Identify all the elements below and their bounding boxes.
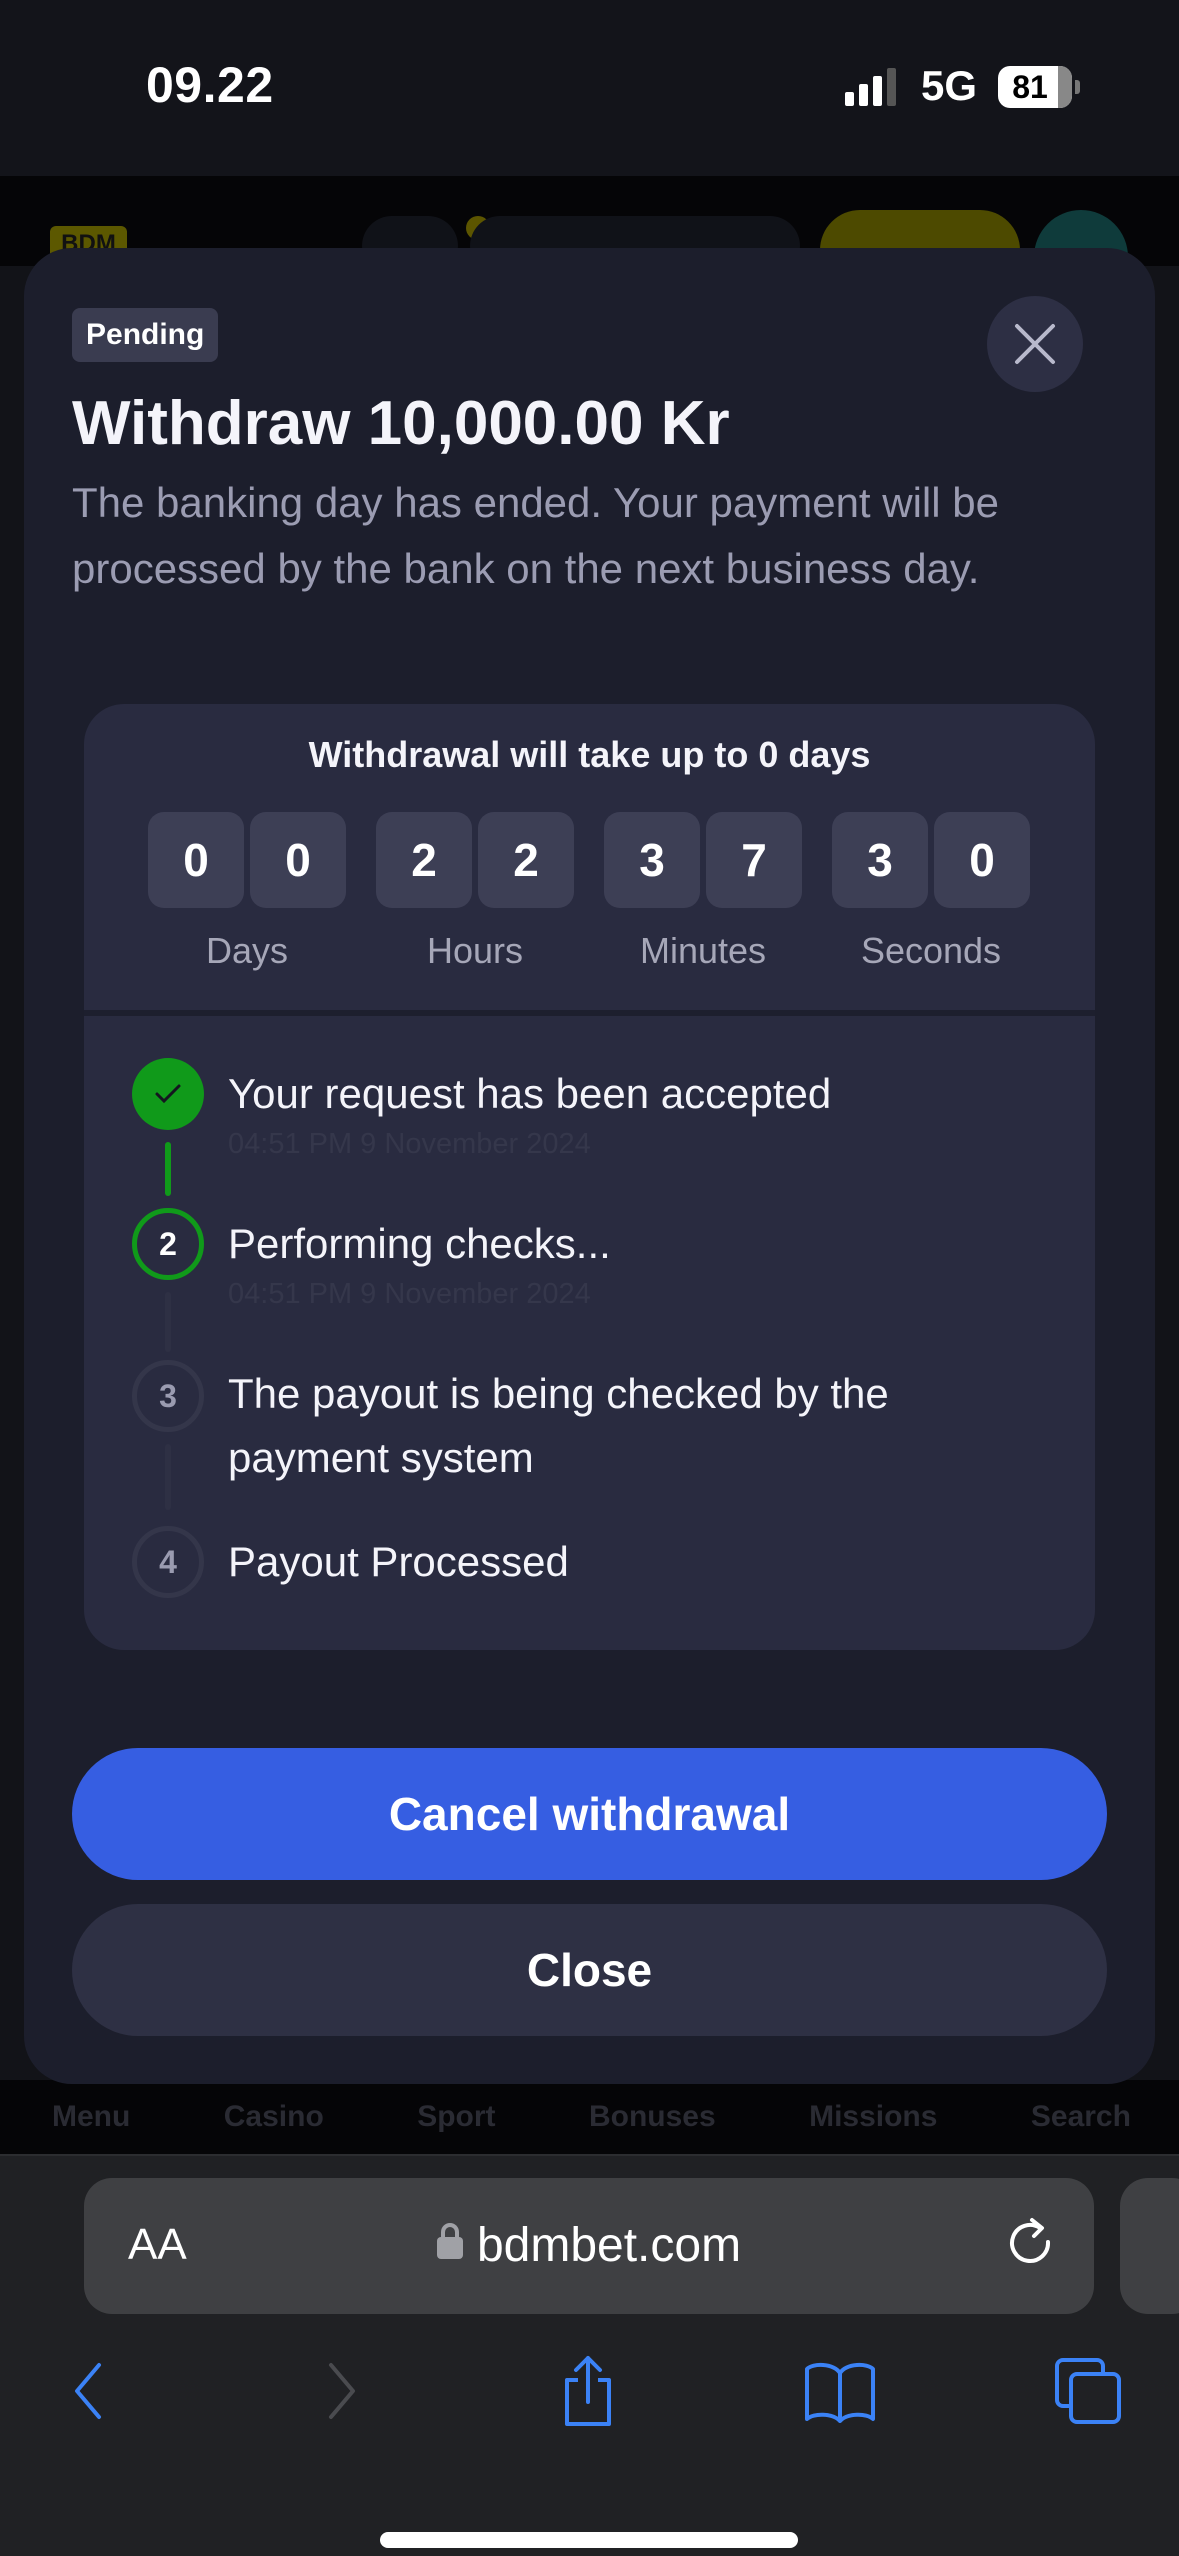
digit: 2 <box>478 812 574 908</box>
nav-item-menu: Menu <box>52 2100 131 2133</box>
share-icon <box>565 2356 611 2426</box>
browser-toolbar: AA bdmbet.com <box>0 2154 1179 2556</box>
status-panel: Withdrawal will take up to 0 days 0 0 Da… <box>84 704 1095 1650</box>
forward-button[interactable] <box>302 2346 382 2436</box>
cancel-withdrawal-button[interactable]: Cancel withdrawal <box>72 1748 1107 1880</box>
checkmark-icon <box>155 1084 181 1104</box>
step-text: Your request has been accepted <box>228 1070 832 1117</box>
close-icon <box>1015 324 1055 364</box>
battery-icon: 81 <box>998 66 1072 108</box>
digit: 3 <box>604 812 700 908</box>
step-time: 04:51 PM 9 November 2024 <box>228 1278 591 1310</box>
chevron-left-icon <box>75 2363 101 2419</box>
battery-level: 81 <box>1012 68 1048 105</box>
digit: 3 <box>832 812 928 908</box>
share-button[interactable] <box>548 2346 628 2436</box>
url-text: bdmbet.com <box>476 2219 742 2272</box>
step-connector <box>165 1444 171 1510</box>
withdrawal-modal: Pending Withdraw 10,000.00 Kr The bankin… <box>24 248 1155 2084</box>
tabs-icon <box>1055 2358 1121 2424</box>
unit-label: Hours <box>426 930 524 971</box>
close-modal-button[interactable] <box>987 296 1083 392</box>
step-text: Payout Processed <box>228 1538 569 1585</box>
tabs-button[interactable] <box>1048 2346 1128 2436</box>
next-tab-preview[interactable] <box>1120 2178 1179 2314</box>
step-connector <box>165 1142 171 1196</box>
back-button[interactable] <box>48 2346 128 2436</box>
step-indicator <box>132 1058 204 1130</box>
cellular-signal-icon <box>845 68 896 106</box>
digit: 0 <box>250 812 346 908</box>
countdown-days: 0 0 Days <box>148 812 346 972</box>
status-badge: Pending <box>72 308 219 362</box>
unit-label: Minutes <box>639 930 767 971</box>
unit-label: Days <box>205 930 289 971</box>
book-icon <box>805 2362 875 2423</box>
address-bar[interactable]: AA bdmbet.com <box>84 2178 1094 2314</box>
battery-tip <box>1075 80 1080 94</box>
close-button[interactable]: Close <box>72 1904 1107 2036</box>
step-indicator: 2 <box>132 1208 204 1280</box>
nav-item-sport: Sport <box>417 2100 496 2133</box>
nav-item-missions: Missions <box>809 2100 938 2133</box>
digit: 7 <box>706 812 802 908</box>
site-bottom-nav: Menu Casino Sport Bonuses Missions Searc… <box>0 2080 1179 2154</box>
unit-label: Seconds <box>860 930 1002 971</box>
lock-icon <box>436 2223 463 2259</box>
panel-divider <box>84 1010 1095 1016</box>
nav-item-casino: Casino <box>223 2100 324 2133</box>
countdown-timer: 0 0 Days 2 2 Hours 3 7 Minutes 3 0 Secon… <box>148 812 1030 972</box>
reload-icon[interactable] <box>1002 2214 1062 2274</box>
url-display[interactable]: bdmbet.com <box>84 2218 1094 2273</box>
chevron-right-icon <box>329 2363 355 2419</box>
step-indicator: 3 <box>132 1360 204 1432</box>
countdown-minutes: 3 7 Minutes <box>604 812 802 972</box>
step-time: 04:51 PM 9 November 2024 <box>228 1128 591 1160</box>
countdown-seconds: 3 0 Seconds <box>832 812 1030 972</box>
step-connector <box>165 1292 171 1352</box>
modal-title: Withdraw 10,000.00 Kr <box>72 389 730 458</box>
modal-description: The banking day has ended. Your payment … <box>72 479 999 592</box>
step-indicator: 4 <box>132 1526 204 1598</box>
nav-item-bonuses: Bonuses <box>588 2100 716 2133</box>
countdown-title: Withdrawal will take up to 0 days <box>308 734 871 775</box>
status-bar: 09.22 5G 81 <box>0 0 1179 176</box>
countdown-hours: 2 2 Hours <box>376 812 574 972</box>
digit: 0 <box>148 812 244 908</box>
digit: 2 <box>376 812 472 908</box>
network-type: 5G <box>921 62 978 109</box>
status-time: 09.22 <box>146 57 274 113</box>
nav-item-search: Search <box>1030 2100 1131 2133</box>
step-text: The payout is being checked by the payme… <box>228 1370 889 1481</box>
bookmarks-button[interactable] <box>800 2346 880 2436</box>
home-indicator <box>380 2532 798 2548</box>
digit: 0 <box>934 812 1030 908</box>
step-text: Performing checks... <box>228 1220 611 1267</box>
